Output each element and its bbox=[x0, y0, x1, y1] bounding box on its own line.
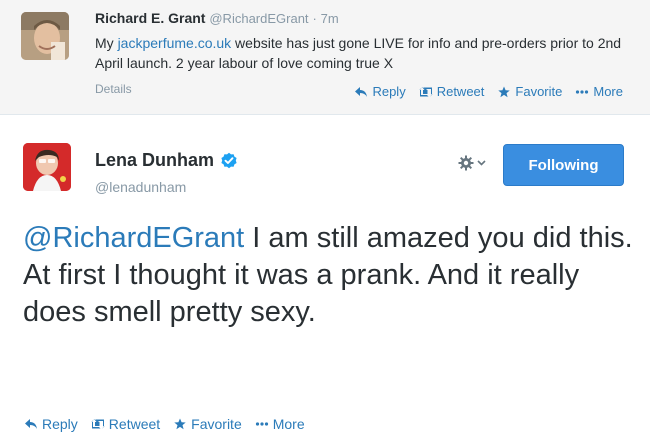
main-author-name[interactable]: Lena Dunham bbox=[95, 150, 214, 171]
parent-author-handle[interactable]: @RichardEGrant bbox=[209, 11, 308, 26]
main-favorite-button[interactable]: Favorite bbox=[173, 416, 242, 432]
favorite-star-icon bbox=[498, 86, 511, 97]
gear-icon bbox=[458, 155, 474, 171]
parent-tweet-actions: Reply Retweet Favorite More bbox=[354, 84, 623, 99]
reply-label: Reply bbox=[372, 84, 406, 99]
verified-badge-icon bbox=[221, 152, 237, 168]
more-label: More bbox=[272, 416, 305, 432]
parent-retweet-button[interactable]: Retweet bbox=[419, 84, 485, 99]
chevron-down-icon bbox=[477, 160, 486, 166]
retweet-label: Retweet bbox=[108, 416, 161, 432]
time-separator: · bbox=[312, 11, 317, 26]
lena-dunham-avatar[interactable] bbox=[23, 143, 71, 191]
main-reply-button[interactable]: Reply bbox=[24, 416, 78, 432]
main-retweet-button[interactable]: Retweet bbox=[91, 416, 160, 432]
parent-more-button[interactable]: More bbox=[575, 84, 623, 99]
reply-icon bbox=[355, 86, 368, 97]
favorite-label: Favorite bbox=[515, 84, 563, 99]
favorite-label: Favorite bbox=[191, 416, 242, 432]
more-dots-icon bbox=[576, 89, 589, 94]
parent-reply-button[interactable]: Reply bbox=[354, 84, 406, 99]
following-button[interactable]: Following bbox=[503, 144, 624, 186]
reply-label: Reply bbox=[42, 416, 78, 432]
parent-text-before-link: My bbox=[95, 35, 118, 51]
details-link[interactable]: Details bbox=[95, 82, 132, 96]
more-label: More bbox=[593, 84, 623, 99]
main-author-handle[interactable]: @lenadunham bbox=[95, 179, 186, 195]
user-actions-dropdown[interactable] bbox=[458, 155, 486, 171]
parent-tweet: Richard E. Grant @RichardEGrant · 7m My … bbox=[0, 0, 650, 115]
retweet-icon bbox=[91, 419, 105, 429]
richard-grant-avatar[interactable] bbox=[21, 12, 69, 60]
reply-icon bbox=[25, 419, 37, 429]
parent-favorite-button[interactable]: Favorite bbox=[497, 84, 562, 99]
more-dots-icon bbox=[255, 422, 268, 426]
parent-tweet-header: Richard E. Grant @RichardEGrant · 7m bbox=[95, 10, 339, 26]
retweet-icon bbox=[419, 86, 433, 97]
parent-tweet-text: My jackperfume.co.uk website has just go… bbox=[95, 33, 625, 73]
retweet-label: Retweet bbox=[436, 84, 485, 99]
main-author-name-row: Lena Dunham bbox=[95, 150, 238, 171]
parent-author-name[interactable]: Richard E. Grant bbox=[95, 10, 205, 26]
main-more-button[interactable]: More bbox=[255, 416, 305, 432]
jackperfume-link[interactable]: jackperfume.co.uk bbox=[118, 35, 232, 51]
parent-timestamp[interactable]: 7m bbox=[321, 11, 339, 26]
favorite-star-icon bbox=[174, 418, 186, 430]
main-tweet-text: @RichardEGrant I am still amazed you did… bbox=[23, 220, 633, 331]
main-tweet-actions: Reply Retweet Favorite More bbox=[24, 416, 305, 432]
mention-link[interactable]: @RichardEGrant bbox=[23, 222, 244, 254]
